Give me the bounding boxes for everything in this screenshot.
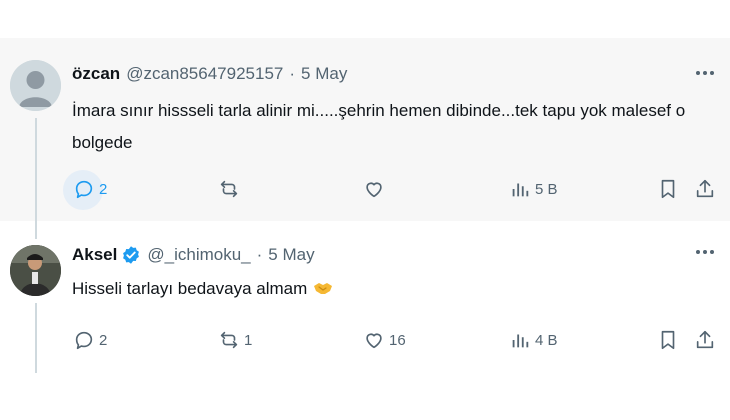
separator-dot: ·: [256, 245, 263, 264]
repost-count: 1: [244, 331, 253, 349]
default-avatar[interactable]: [10, 60, 61, 111]
like-button[interactable]: [363, 174, 389, 204]
reply-button[interactable]: 2: [73, 325, 107, 355]
tweet-ozcan[interactable]: özcan @zcan85647925157 · 5 May İmara sın…: [0, 38, 730, 221]
share-icon: [696, 330, 714, 349]
tweet-thread: özcan @zcan85647925157 · 5 May İmara sın…: [0, 0, 730, 420]
view-count: 5 B: [535, 180, 558, 198]
repost-icon: [220, 331, 238, 349]
tweet-header: özcan @zcan85647925157 · 5 May: [72, 62, 670, 86]
separator-dot: ·: [289, 64, 296, 83]
tweet-text-container: Hisseli tarlayı bedavaya almam: [72, 273, 690, 305]
display-name[interactable]: Aksel: [72, 245, 117, 265]
view-count: 4 B: [535, 331, 558, 349]
user-handle[interactable]: @_ichimoku_: [147, 245, 250, 265]
heart-icon: [366, 182, 382, 198]
repost-button[interactable]: 1: [218, 325, 252, 355]
share-button[interactable]: [694, 174, 716, 204]
verified-badge-icon[interactable]: [121, 245, 141, 265]
like-button[interactable]: 16: [363, 325, 406, 355]
tweet-date[interactable]: 5 May: [268, 245, 314, 265]
views-chart-icon: [512, 334, 529, 348]
reply-icon: [75, 331, 93, 350]
repost-icon: [220, 180, 238, 198]
reply-icon: [75, 180, 93, 199]
reply-count: 2: [99, 331, 108, 349]
tweet-text: İmara sınır hissseli tarla alinir mi....…: [72, 101, 686, 152]
tweet-date[interactable]: 5 May: [301, 64, 347, 84]
bookmark-icon: [661, 179, 675, 199]
reply-count: 2: [99, 180, 108, 198]
thread-line-upper: [35, 221, 37, 239]
repost-button[interactable]: [218, 174, 244, 204]
more-options-icon[interactable]: [694, 243, 716, 261]
user-avatar[interactable]: [10, 245, 61, 296]
display-name[interactable]: özcan: [72, 64, 120, 84]
bookmark-button[interactable]: [657, 174, 679, 204]
reply-button[interactable]: 2: [73, 174, 107, 204]
thread-line: [35, 118, 37, 221]
bookmark-button[interactable]: [657, 325, 679, 355]
bookmark-icon: [661, 330, 675, 350]
tweet-actions: 2 1 16 4 B: [0, 325, 730, 355]
handshake-emoji: [314, 283, 333, 294]
share-button[interactable]: [694, 325, 716, 355]
more-options-icon[interactable]: [694, 64, 716, 82]
like-count: 16: [389, 331, 406, 349]
tweet-aksel[interactable]: Aksel @_ichimoku_ · 5 May Hisseli tarlay…: [0, 221, 730, 373]
tweet-text: Hisseli tarlayı bedavaya almam: [72, 279, 308, 298]
share-icon: [696, 179, 714, 198]
tweet-header: Aksel @_ichimoku_ · 5 May: [72, 243, 670, 267]
heart-icon: [366, 333, 382, 349]
views-button[interactable]: 5 B: [509, 174, 558, 204]
views-button[interactable]: 4 B: [509, 325, 558, 355]
user-handle[interactable]: @zcan85647925157: [126, 64, 283, 84]
views-chart-icon: [512, 183, 529, 197]
tweet-actions: 2 5 B: [0, 170, 730, 210]
